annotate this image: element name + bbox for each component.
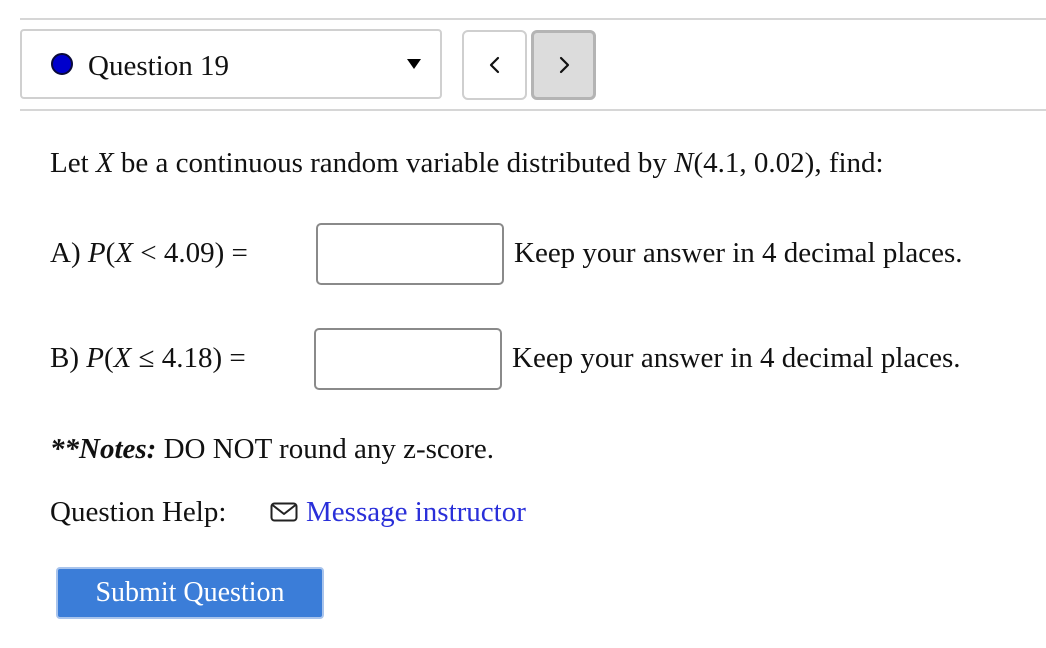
part-a-relation: < 4.09) = (132, 237, 248, 269)
part-b-open-paren: ( (103, 342, 114, 374)
header-divider (20, 109, 1046, 111)
message-instructor-text: Message instructor (306, 496, 526, 528)
notes-text: DO NOT round any z-score. (156, 433, 495, 465)
part-a-expression: A) P(X < 4.09) = (50, 236, 248, 270)
part-a-prob-symbol: P (87, 237, 106, 269)
prompt-text-start: Let (50, 147, 96, 179)
question-prompt: Let X be a continuous random variable di… (50, 146, 884, 180)
dropdown-caret-icon (407, 59, 421, 69)
part-b-label: B) (50, 342, 87, 374)
previous-question-button[interactable] (462, 30, 527, 100)
part-b-relation: ≤ 4.18) = (131, 342, 246, 374)
part-a-label: A) (50, 237, 88, 269)
next-question-button[interactable] (531, 30, 596, 100)
part-b-expression: B) P(X ≤ 4.18) = (50, 341, 246, 375)
envelope-icon (270, 502, 298, 522)
submit-question-button[interactable]: Submit Question (56, 567, 324, 619)
part-a-variable: X (115, 237, 133, 269)
prompt-variable: X (95, 147, 114, 179)
part-b-prob-symbol: P (86, 342, 104, 374)
prompt-text-end: , find: (814, 147, 884, 179)
prompt-text-middle: be a continuous random variable distribu… (113, 147, 675, 179)
part-a-open-paren: ( (105, 237, 116, 269)
prompt-distribution: N (674, 147, 694, 179)
message-instructor-link[interactable]: Message instructor (270, 495, 526, 529)
part-b-answer-input[interactable] (314, 328, 502, 390)
question-selector-label: Question 19 (88, 50, 229, 82)
top-divider (20, 18, 1046, 20)
question-status-dot-icon (51, 53, 73, 75)
part-b-variable: X (113, 342, 132, 374)
question-help-label: Question Help: (50, 496, 227, 528)
part-a-hint: Keep your answer in 4 decimal places. (514, 237, 963, 269)
prompt-distribution-params: (4.1, 0.02) (693, 147, 815, 179)
chevron-left-icon (489, 56, 499, 74)
part-b-hint: Keep your answer in 4 decimal places. (512, 342, 961, 374)
part-a-answer-input[interactable] (316, 223, 504, 285)
notes: **Notes: DO NOT round any z-score. (50, 432, 494, 466)
notes-label: **Notes: (50, 433, 157, 465)
question-selector[interactable]: Question 19 (20, 29, 442, 99)
chevron-right-icon (559, 56, 569, 74)
